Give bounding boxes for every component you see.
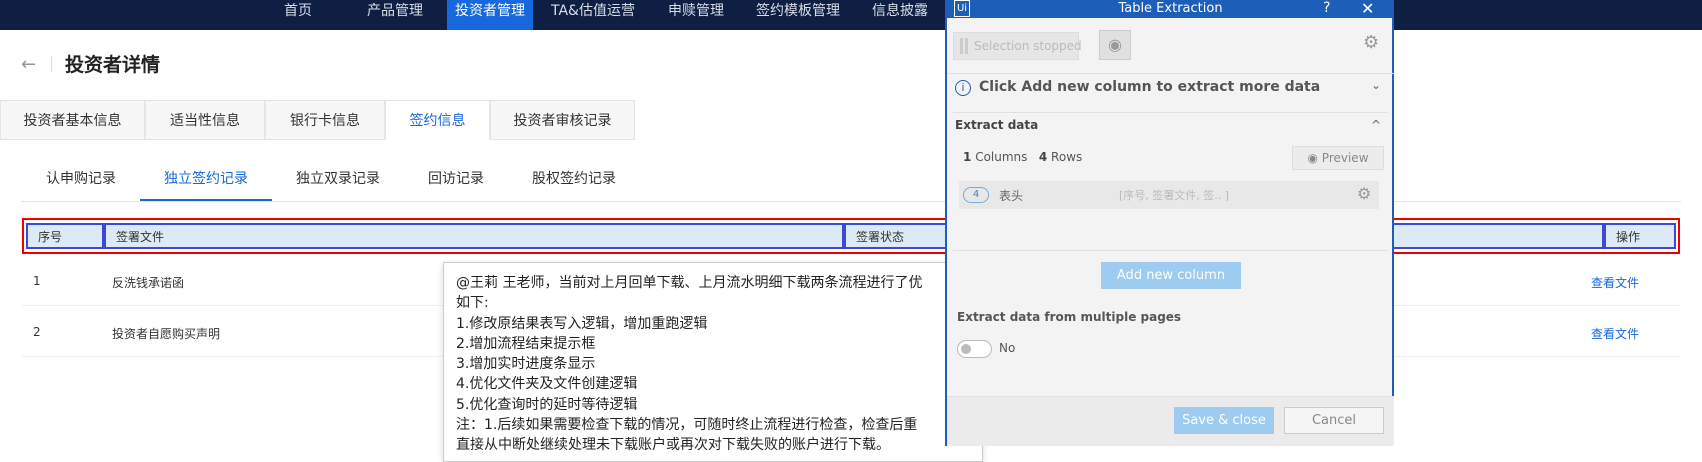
header-signed-file: 签署文件	[104, 223, 844, 249]
note-line: 3.增加实时进度条显示	[456, 356, 596, 373]
top-nav: 首页 产品管理 投资者管理 TA&估值运营 申赎管理 签约模板管理 信息披露	[0, 0, 1702, 30]
tab-basic-info[interactable]: 投资者基本信息	[0, 100, 145, 140]
dialog-toolbar: Selection stopped ◉ ⚙	[947, 18, 1394, 74]
nav-item-sign-templates[interactable]: 签约模板管理	[756, 0, 840, 30]
columns-label: Columns	[975, 150, 1028, 164]
nav-item-subscription[interactable]: 申赎管理	[668, 0, 724, 30]
close-icon[interactable]: ✕	[1361, 0, 1374, 17]
subtab-subscription-records[interactable]: 认申购记录	[46, 168, 116, 188]
dialog-footer: Save & close Cancel	[947, 396, 1394, 446]
view-file-link[interactable]: 查看文件	[1591, 325, 1639, 342]
columns-count: 1	[963, 150, 972, 164]
row-file-name: 反洗钱承诺函	[112, 276, 185, 290]
section-divider	[953, 250, 1388, 251]
section-divider	[953, 112, 1388, 113]
nav-item-ta-valuation[interactable]: TA&估值运营	[551, 0, 635, 30]
column-preview: [序号, 签署文件, 签.. ]	[1119, 189, 1230, 202]
eye-icon[interactable]: ◉	[1099, 30, 1131, 60]
note-line: 2.增加流程结束提示框	[456, 335, 596, 352]
note-line: 1.修改原结果表写入逻辑，增加重跑逻辑	[456, 315, 708, 332]
extracted-column-row[interactable]: 4 表头 [序号, 签署文件, 签.. ] ⚙	[959, 181, 1379, 209]
table-header-highlight: 序号 签署文件 签署状态 操作	[22, 218, 1680, 254]
back-arrow-icon[interactable]: ←	[21, 54, 36, 75]
uipath-logo-icon: Ui	[954, 0, 970, 17]
tab-audit-records[interactable]: 投资者审核记录	[490, 100, 635, 140]
info-icon: i	[955, 80, 971, 96]
info-banner: i Click Add new column to extract more d…	[947, 74, 1394, 102]
preview-eye-icon: ◉	[1307, 151, 1318, 165]
nav-item-investors[interactable]: 投资者管理	[447, 0, 533, 30]
subtab-divider	[21, 201, 1681, 202]
rows-count: 4	[1038, 150, 1048, 164]
title-divider	[51, 56, 52, 72]
active-subtab-indicator	[140, 199, 272, 201]
subtab-independent-signing[interactable]: 独立签约记录	[164, 168, 248, 188]
chevron-down-icon[interactable]: ⌄	[1371, 78, 1381, 92]
view-file-link[interactable]: 查看文件	[1591, 274, 1639, 291]
subtab-dual-recording[interactable]: 独立双录记录	[296, 168, 380, 188]
subtab-equity-signing[interactable]: 股权签约记录	[532, 168, 616, 188]
column-count-badge: 4	[963, 187, 989, 203]
extract-counts: 1 Columns 4 Rows	[963, 150, 1082, 164]
selection-stopped-button[interactable]: Selection stopped	[953, 32, 1082, 60]
tab-suitability[interactable]: 适当性信息	[145, 100, 265, 140]
header-index: 序号	[26, 223, 104, 249]
preview-label: Preview	[1321, 151, 1369, 165]
tab-signing-info[interactable]: 签约信息	[385, 100, 490, 140]
row-file-name: 投资者自愿购买声明	[112, 327, 221, 341]
toggle-state-label: No	[999, 341, 1016, 355]
add-new-column-button[interactable]: Add new column	[1101, 262, 1241, 289]
nav-item-home[interactable]: 首页	[284, 0, 312, 30]
header-action: 操作	[1604, 223, 1676, 249]
note-line: 注：1.后续如果需要检查下载的情况，可随时终止流程进行检查，检查后重	[456, 417, 918, 434]
chevron-up-icon[interactable]: ^	[1371, 118, 1381, 132]
note-line: 如下:	[456, 295, 489, 312]
note-line: 5.优化查询时的延时等待逻辑	[456, 396, 638, 413]
nav-item-products[interactable]: 产品管理	[367, 0, 423, 30]
page-title: 投资者详情	[65, 54, 161, 76]
column-name: 表头	[999, 189, 1024, 203]
tab-bank-card[interactable]: 银行卡信息	[265, 100, 385, 140]
help-icon[interactable]: ?	[1323, 0, 1330, 17]
note-line: 4.优化文件夹及文件创建逻辑	[456, 376, 638, 393]
column-settings-gear-icon[interactable]: ⚙	[1357, 184, 1371, 203]
dialog-titlebar: Table Extraction Ui ? ✕	[947, 0, 1394, 18]
message-popup: @王莉 王老师，当前对上月回单下载、上月流水明细下载两条流程进行了优 如下: 1…	[443, 262, 983, 462]
multiple-pages-toggle[interactable]	[957, 340, 992, 358]
extract-data-header: Extract data	[955, 118, 1039, 132]
multiple-pages-label: Extract data from multiple pages	[957, 310, 1182, 324]
save-close-button[interactable]: Save & close	[1174, 407, 1274, 434]
row-index: 2	[33, 325, 41, 339]
preview-button[interactable]: ◉ Preview	[1292, 146, 1384, 170]
note-line: @王莉 王老师，当前对上月回单下载、上月流水明细下载两条流程进行了优	[456, 275, 923, 291]
rows-label: Rows	[1051, 150, 1083, 164]
cancel-button[interactable]: Cancel	[1284, 407, 1384, 434]
row-index: 1	[33, 274, 41, 288]
table-extraction-dialog: Table Extraction Ui ? ✕ Selection stoppe…	[945, 0, 1394, 446]
subtab-return-visits[interactable]: 回访记录	[428, 168, 484, 188]
nav-item-disclosure[interactable]: 信息披露	[872, 0, 928, 30]
info-text: Click Add new column to extract more dat…	[979, 79, 1321, 95]
gear-icon[interactable]: ⚙	[1363, 32, 1379, 53]
